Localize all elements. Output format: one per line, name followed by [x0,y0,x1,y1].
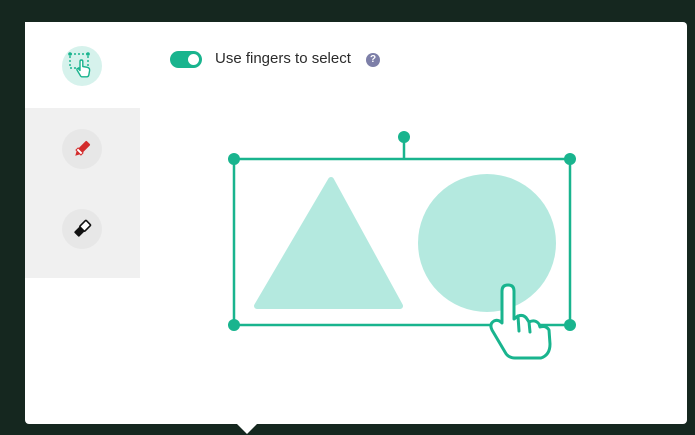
drawing-canvas[interactable] [25,22,687,424]
resize-handle-bottom-right[interactable] [564,319,576,331]
main-panel: Use fingers to select ? [25,22,687,424]
resize-handle-top-right[interactable] [564,153,576,165]
app-frame: Use fingers to select ? [0,0,695,435]
resize-handle-bottom-left[interactable] [228,319,240,331]
triangle-shape[interactable] [254,177,403,309]
panel-pointer [237,424,257,434]
resize-handle-top-left[interactable] [228,153,240,165]
rotation-handle[interactable] [398,131,410,143]
circle-shape[interactable] [418,174,556,312]
